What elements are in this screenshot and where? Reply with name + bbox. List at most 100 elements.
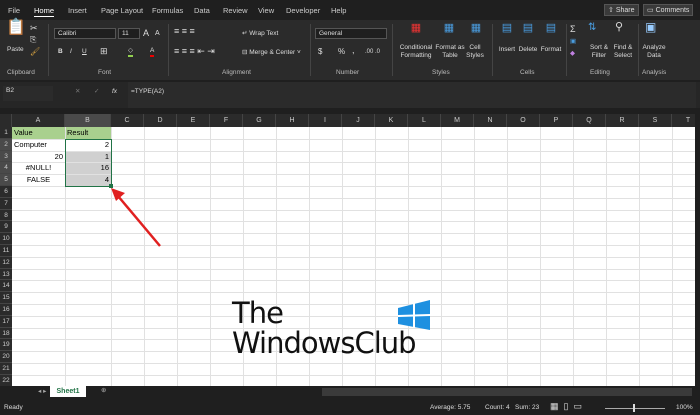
fill-icon[interactable]: ▣ [570, 38, 576, 46]
column-header-O[interactable]: O [507, 114, 540, 127]
row-header-20[interactable]: 20 [0, 351, 12, 363]
row-header-7[interactable]: 7 [0, 197, 12, 210]
name-box[interactable]: B2 [3, 86, 53, 101]
wrap-text-button[interactable]: ↵ Wrap Text [242, 30, 278, 38]
select-all-corner[interactable] [0, 114, 12, 127]
column-header-P[interactable]: P [540, 114, 573, 127]
delete-cells-button[interactable]: Delete [516, 46, 540, 54]
analyze-data-icon[interactable]: ▣ [645, 21, 656, 33]
decrease-font-icon[interactable]: A [155, 30, 160, 38]
underline-button[interactable]: U [82, 48, 87, 56]
fill-handle[interactable] [109, 184, 113, 188]
align-top-icon[interactable]: ≡ ≡ ≡ [174, 27, 195, 36]
column-header-M[interactable]: M [441, 114, 474, 127]
tab-insert[interactable]: Insert [68, 6, 87, 15]
cell-styles-button[interactable]: Cell Styles [462, 44, 488, 60]
comments-button[interactable]: ▭ Comments [643, 4, 694, 16]
enter-icon[interactable]: ✓ [94, 88, 99, 96]
paste-label[interactable]: Paste [7, 46, 24, 54]
row-header-11[interactable]: 11 [0, 245, 12, 257]
cell-A1[interactable]: Value [12, 127, 65, 139]
column-header-K[interactable]: K [375, 114, 408, 127]
sheet-nav-arrows[interactable]: ◂ ▸ [38, 388, 46, 396]
cut-icon[interactable]: ✂ [30, 24, 38, 33]
insert-cells-button[interactable]: Insert [496, 46, 518, 54]
row-header-14[interactable]: 14 [0, 280, 12, 293]
tab-home[interactable]: Home [34, 6, 55, 17]
comma-button[interactable]: , [352, 46, 355, 55]
horizontal-scrollbar[interactable] [322, 388, 692, 396]
column-header-E[interactable]: E [177, 114, 210, 127]
row-header-18[interactable]: 18 [0, 327, 12, 340]
borders-icon[interactable]: ⊞ [100, 47, 108, 56]
tab-view[interactable]: View [258, 6, 274, 15]
row-header-12[interactable]: 12 [0, 256, 12, 269]
column-header-C[interactable]: C [111, 114, 144, 127]
row-header-9[interactable]: 9 [0, 221, 12, 234]
column-header-Q[interactable]: Q [573, 114, 606, 127]
column-header-A[interactable]: A [12, 114, 65, 127]
row-header-22[interactable]: 22 [0, 374, 12, 386]
column-header-J[interactable]: J [342, 114, 375, 127]
find-select-icon[interactable]: ⚲ [615, 22, 623, 33]
cell-A2[interactable]: Computer [12, 139, 65, 151]
delete-cells-icon[interactable]: ▤ [518, 23, 538, 34]
merge-center-button[interactable]: ⊟ Merge & Center ˅ [242, 49, 301, 57]
currency-button[interactable]: $ [318, 48, 322, 56]
column-header-R[interactable]: R [606, 114, 639, 127]
zoom-level[interactable]: 100% [676, 404, 693, 412]
row-header-8[interactable]: 8 [0, 209, 12, 222]
format-cells-icon[interactable]: ▤ [541, 23, 561, 34]
row-header-6[interactable]: 6 [0, 186, 12, 198]
column-header-F[interactable]: F [210, 114, 243, 127]
row-header-13[interactable]: 13 [0, 268, 12, 281]
percent-button[interactable]: % [338, 48, 345, 56]
copy-icon[interactable]: ⎘ [30, 36, 36, 44]
tab-page-layout[interactable]: Page Layout [101, 6, 143, 15]
tab-help[interactable]: Help [331, 6, 346, 15]
row-header-2[interactable]: 2 [0, 138, 12, 151]
cancel-icon[interactable]: ✕ [75, 88, 80, 96]
decimal-icons[interactable]: .00 .0 [365, 48, 380, 56]
align-left-icon[interactable]: ≡ ≡ ≡ ⇤ ⇥ [174, 47, 215, 56]
row-header-15[interactable]: 15 [0, 292, 12, 304]
italic-button[interactable]: I [70, 48, 72, 56]
column-header-D[interactable]: D [144, 114, 177, 127]
row-header-17[interactable]: 17 [0, 315, 12, 328]
row-header-16[interactable]: 16 [0, 304, 12, 316]
cell-A4[interactable]: #NULL! [12, 162, 65, 174]
share-button[interactable]: ⇧ Share [604, 4, 639, 16]
conditional-formatting-icon[interactable]: ▦ [398, 23, 434, 34]
zoom-slider[interactable] [605, 408, 665, 409]
clear-icon[interactable]: ◆ [570, 50, 575, 58]
row-header-21[interactable]: 21 [0, 363, 12, 375]
cell-A5[interactable]: FALSE [12, 174, 65, 186]
format-painter-icon[interactable]: 🖌 [30, 48, 40, 56]
row-header-3[interactable]: 3 [0, 150, 12, 163]
analyze-data-button[interactable]: Analyze Data [640, 44, 668, 60]
paste-icon[interactable]: 📋 [6, 20, 26, 36]
column-header-L[interactable]: L [408, 114, 441, 127]
tab-formulas[interactable]: Formulas [152, 6, 183, 15]
formula-input[interactable]: =TYPE(A2) [128, 82, 696, 108]
tab-file[interactable]: File [8, 6, 20, 15]
sort-filter-button[interactable]: Sort & Filter [586, 44, 612, 60]
sheet-tab-sheet1[interactable]: Sheet1 [50, 386, 86, 397]
conditional-formatting-button[interactable]: Conditional Formatting [396, 44, 436, 60]
row-header-1[interactable]: 1 [0, 127, 12, 139]
row-header-4[interactable]: 4 [0, 162, 12, 175]
tab-developer[interactable]: Developer [286, 6, 320, 15]
autosum-button[interactable]: Σ [570, 25, 576, 34]
increase-font-icon[interactable]: A [143, 29, 149, 38]
fill-color-icon[interactable]: ◇ [128, 47, 133, 57]
row-header-19[interactable]: 19 [0, 339, 12, 352]
row-header-10[interactable]: 10 [0, 233, 12, 245]
font-size-select[interactable]: 11 [118, 28, 140, 39]
format-cells-button[interactable]: Format [539, 46, 563, 54]
new-sheet-button[interactable]: ⊕ [101, 387, 106, 395]
zoom-slider-thumb[interactable] [633, 404, 635, 412]
bold-button[interactable]: B [58, 48, 63, 56]
column-header-B[interactable]: B [65, 114, 111, 127]
format-as-table-icon[interactable]: ▦ [434, 23, 464, 34]
find-select-button[interactable]: Find & Select [610, 44, 636, 60]
